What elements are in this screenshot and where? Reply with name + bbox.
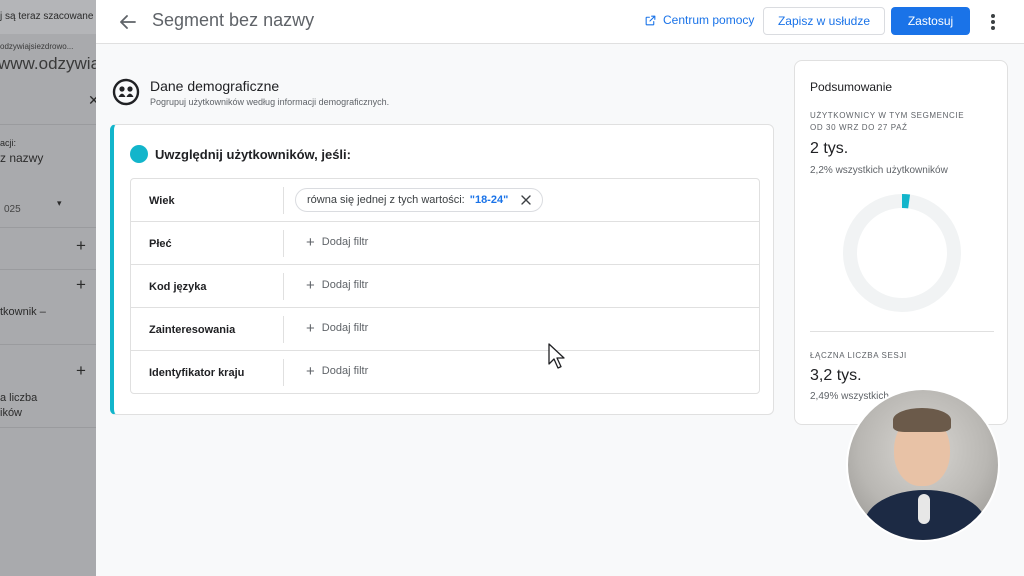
- add-filter-label: Dodaj filtr: [321, 322, 369, 334]
- background-divider: [0, 227, 96, 228]
- segment-color-dot: [130, 145, 148, 163]
- dimension-row-age: Wiek równa się jednej z tych wartości: "…: [131, 179, 759, 222]
- background-close-icon: ✕: [88, 92, 96, 108]
- background-label: acji:: [0, 138, 17, 148]
- users-metric-label: Użytkownicy w tym segmencie od 30 wrz do…: [810, 111, 965, 132]
- background-metric: a liczba: [0, 392, 38, 404]
- background-segment-name: z nazwy: [0, 151, 44, 165]
- presenter-hair: [893, 408, 951, 432]
- close-icon[interactable]: [519, 193, 533, 207]
- microphone-icon: [918, 494, 930, 524]
- dimension-table: Wiek równa się jednej z tych wartości: "…: [130, 178, 760, 394]
- mouse-cursor-icon: [548, 343, 565, 369]
- dimension-row-language: Kod języka + Dodaj filtr: [131, 265, 759, 308]
- dimension-label: Kod języka: [149, 281, 207, 293]
- dimension-label: Wiek: [149, 195, 175, 207]
- background-plus-icon: +: [76, 236, 86, 255]
- row-separator: [283, 187, 284, 214]
- plus-icon: +: [306, 319, 315, 337]
- users-metric-value: 2 tys.: [810, 140, 849, 157]
- background-divider: [0, 427, 96, 428]
- apply-button[interactable]: Zastosuj: [891, 7, 970, 35]
- save-to-property-button[interactable]: Zapisz w usłudze: [763, 7, 885, 35]
- page-title: Segment bez nazwy: [152, 10, 315, 30]
- summary-panel: Podsumowanie Użytkownicy w tym segmencie…: [794, 60, 1008, 425]
- background-divider: [0, 344, 96, 345]
- dimension-label: Identyfikator kraju: [149, 367, 245, 379]
- users-metric-percent: 2,2% wszystkich użytkowników: [810, 165, 948, 176]
- plus-icon: +: [306, 362, 315, 380]
- dimension-label: Płeć: [149, 238, 172, 250]
- sessions-metric-percent: 2,49% wszystkich: [810, 391, 889, 402]
- add-filter-button[interactable]: + Dodaj filtr: [306, 362, 369, 380]
- summary-title: Podsumowanie: [810, 80, 893, 94]
- dimension-row-interests: Zainteresowania + Dodaj filtr: [131, 308, 759, 351]
- add-filter-button[interactable]: + Dodaj filtr: [306, 319, 369, 337]
- more-options-button[interactable]: [986, 11, 1000, 33]
- background-date: 025: [4, 204, 21, 215]
- open-in-new-icon: [645, 15, 656, 25]
- row-separator: [283, 316, 284, 343]
- row-separator: [283, 273, 284, 300]
- plus-icon: +: [306, 233, 315, 251]
- age-filter-chip[interactable]: równa się jednej z tych wartości: "18-24…: [295, 188, 543, 212]
- background-caret-icon: ▾: [57, 198, 62, 208]
- webcam-overlay: [846, 388, 1000, 542]
- background-url-large: www.odzywia: [0, 54, 96, 73]
- background-url-small: odzywiajsiezdrowo...: [0, 42, 74, 51]
- background-plus-icon: +: [76, 275, 86, 294]
- sessions-metric-label: Łączna liczba sesji: [810, 351, 907, 360]
- header-bar: Segment bez nazwy Centrum pomocy Zapisz …: [96, 0, 1024, 44]
- dimension-row-gender: Płeć + Dodaj filtr: [131, 222, 759, 265]
- back-button[interactable]: [116, 10, 140, 34]
- row-separator: [283, 230, 284, 257]
- filter-value: "18-24": [469, 194, 509, 206]
- section-subtitle: Pogrupuj użytkowników według informacji …: [150, 97, 390, 107]
- add-filter-button[interactable]: + Dodaj filtr: [306, 233, 369, 251]
- users-share-donut: [843, 194, 961, 312]
- demographics-icon: [112, 78, 140, 106]
- include-users-card: Uwzględnij użytkowników, jeśli: Wiek rów…: [110, 124, 774, 415]
- background-metric: tkownik –: [0, 306, 46, 318]
- dimension-row-country: Identyfikator kraju + Dodaj filtr: [131, 351, 759, 394]
- plus-icon: +: [306, 276, 315, 294]
- background-panel: j są teraz szacowane odzywiajsiezdrowo..…: [0, 0, 96, 576]
- filter-condition: równa się jednej z tych wartości:: [307, 194, 465, 206]
- background-metric: ików: [0, 407, 23, 419]
- add-filter-label: Dodaj filtr: [321, 236, 369, 248]
- background-divider: [0, 124, 96, 125]
- donut-track: [843, 194, 961, 312]
- section-title: Dane demograficzne: [150, 78, 280, 94]
- arrow-left-icon: [120, 15, 136, 29]
- dimension-label: Zainteresowania: [149, 324, 236, 336]
- help-center-label: Centrum pomocy: [663, 13, 755, 27]
- more-vert-icon: [991, 14, 995, 30]
- background-banner-text: j są teraz szacowane: [0, 11, 94, 22]
- background-divider: [0, 269, 96, 270]
- summary-divider: [810, 331, 994, 332]
- sessions-metric-value: 3,2 tys.: [810, 367, 862, 384]
- help-center-link[interactable]: Centrum pomocy: [644, 13, 754, 27]
- add-filter-button[interactable]: + Dodaj filtr: [306, 276, 369, 294]
- add-filter-label: Dodaj filtr: [321, 365, 369, 377]
- background-plus-icon: +: [76, 361, 86, 380]
- include-users-title: Uwzględnij użytkowników, jeśli:: [155, 147, 351, 162]
- row-separator: [283, 359, 284, 386]
- add-filter-label: Dodaj filtr: [321, 279, 369, 291]
